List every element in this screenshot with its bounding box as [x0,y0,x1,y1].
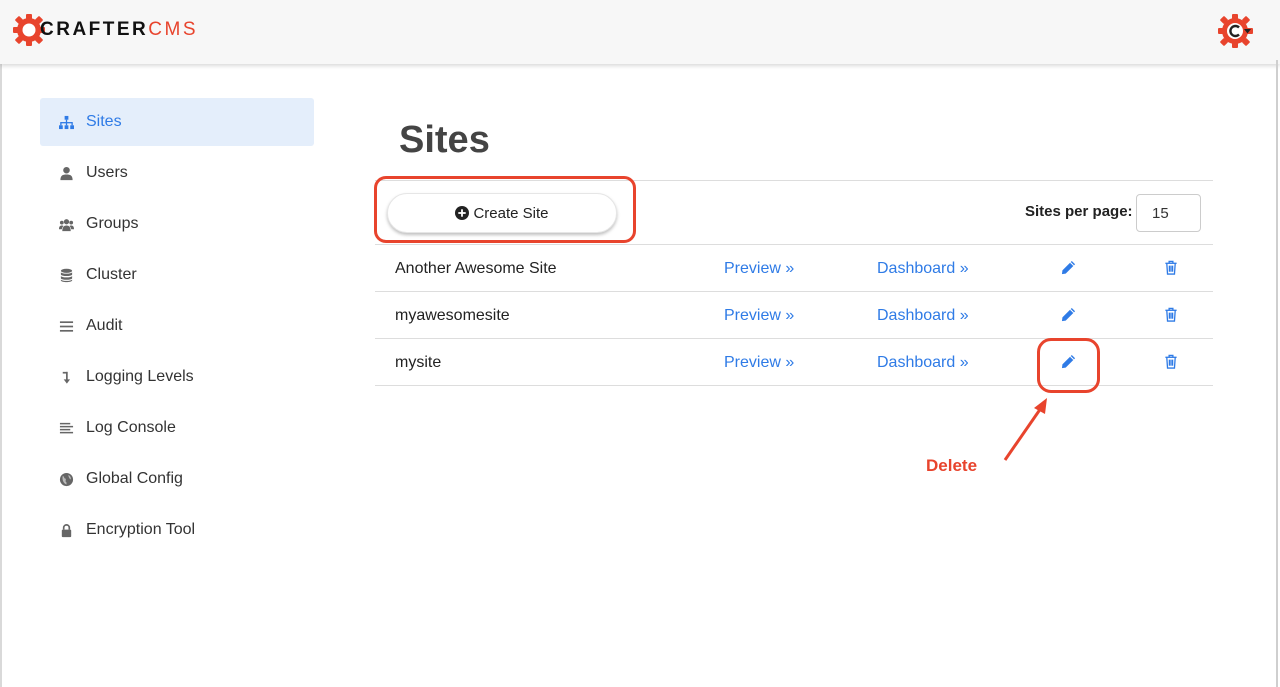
logo-text-crafter: CRAFTER [40,19,149,40]
sidebar-item-cluster[interactable]: Cluster [40,251,314,299]
logo-text-cms: CMS [148,19,199,40]
annotation-label: Delete [926,456,978,475]
sidebar-item-label: Cluster [86,266,137,283]
user-menu-icon[interactable] [1217,10,1257,50]
sidebar-item-users[interactable]: Users [40,149,314,197]
sidebar-item-audit[interactable]: Audit [40,302,314,350]
table-row: myawesomesite Preview » Dashboard » [375,292,1213,339]
site-name: Another Awesome Site [395,260,557,277]
sites-table: Another Awesome Site Preview » Dashboard… [375,245,1213,386]
trash-icon[interactable] [1164,260,1178,275]
create-site-label: Create Site [473,204,549,222]
sidebar-item-label: Sites [86,113,122,130]
preview-link[interactable]: Preview » [724,307,794,325]
sites-per-page-label: Sites per page: [1025,203,1133,220]
sidebar-item-encryption-tool[interactable]: Encryption Tool [40,506,314,554]
sidebar-item-log-console[interactable]: Log Console [40,404,314,452]
create-site-button[interactable]: Create Site [387,193,617,233]
level-down-icon [58,369,74,385]
preview-link[interactable]: Preview » [724,354,794,372]
sites-per-page-input[interactable] [1136,194,1201,232]
database-icon [58,267,74,283]
sites-toolbar: Create Site Sites per page: [375,180,1213,245]
plus-circle-icon [455,206,470,220]
users-icon [58,216,74,232]
sidebar-item-label: Encryption Tool [86,521,196,538]
trash-icon[interactable] [1164,307,1178,322]
sidebar-item-label: Logging Levels [86,368,194,385]
sitemap-icon [58,114,74,130]
pencil-icon[interactable] [1061,354,1076,369]
dashboard-link[interactable]: Dashboard » [877,260,969,278]
table-row: mysite Preview » Dashboard » [375,339,1213,386]
logo-text: CRAFTERCMS [40,19,198,41]
window-border-right [1276,60,1278,687]
trash-icon[interactable] [1164,354,1178,369]
site-name: myawesomesite [395,307,510,324]
sidebar-item-logging-levels[interactable]: Logging Levels [40,353,314,401]
window-border-left [0,0,2,687]
dashboard-link[interactable]: Dashboard » [877,354,969,372]
crafter-cms-logo[interactable]: CRAFTERCMS [12,12,198,48]
pencil-icon[interactable] [1061,260,1076,275]
sidebar-item-label: Groups [86,215,139,232]
list-icon [58,318,74,334]
sidebar-item-label: Global Config [86,470,183,487]
sidebar-item-label: Audit [86,317,123,334]
sidebar-item-global-config[interactable]: Global Config [40,455,314,503]
sidebar: Sites Users Groups Cluster Audit Logging… [40,98,314,557]
preview-link[interactable]: Preview » [724,260,794,278]
site-name: mysite [395,354,442,371]
align-left-icon [58,420,74,436]
sidebar-item-label: Log Console [86,419,176,436]
lock-icon [58,522,74,538]
sidebar-item-groups[interactable]: Groups [40,200,314,248]
pencil-icon[interactable] [1061,307,1076,322]
sidebar-item-sites[interactable]: Sites [40,98,314,146]
page-title: Sites [399,119,490,161]
annotation-arrow-icon [1003,398,1047,461]
main-content: Sites Create Site Sites per page: Anothe… [375,110,1213,386]
table-row: Another Awesome Site Preview » Dashboard… [375,245,1213,292]
sidebar-item-label: Users [86,164,128,181]
globe-icon [58,471,74,487]
top-bar: CRAFTERCMS [0,0,1280,64]
dashboard-link[interactable]: Dashboard » [877,307,969,325]
user-icon [58,165,74,181]
